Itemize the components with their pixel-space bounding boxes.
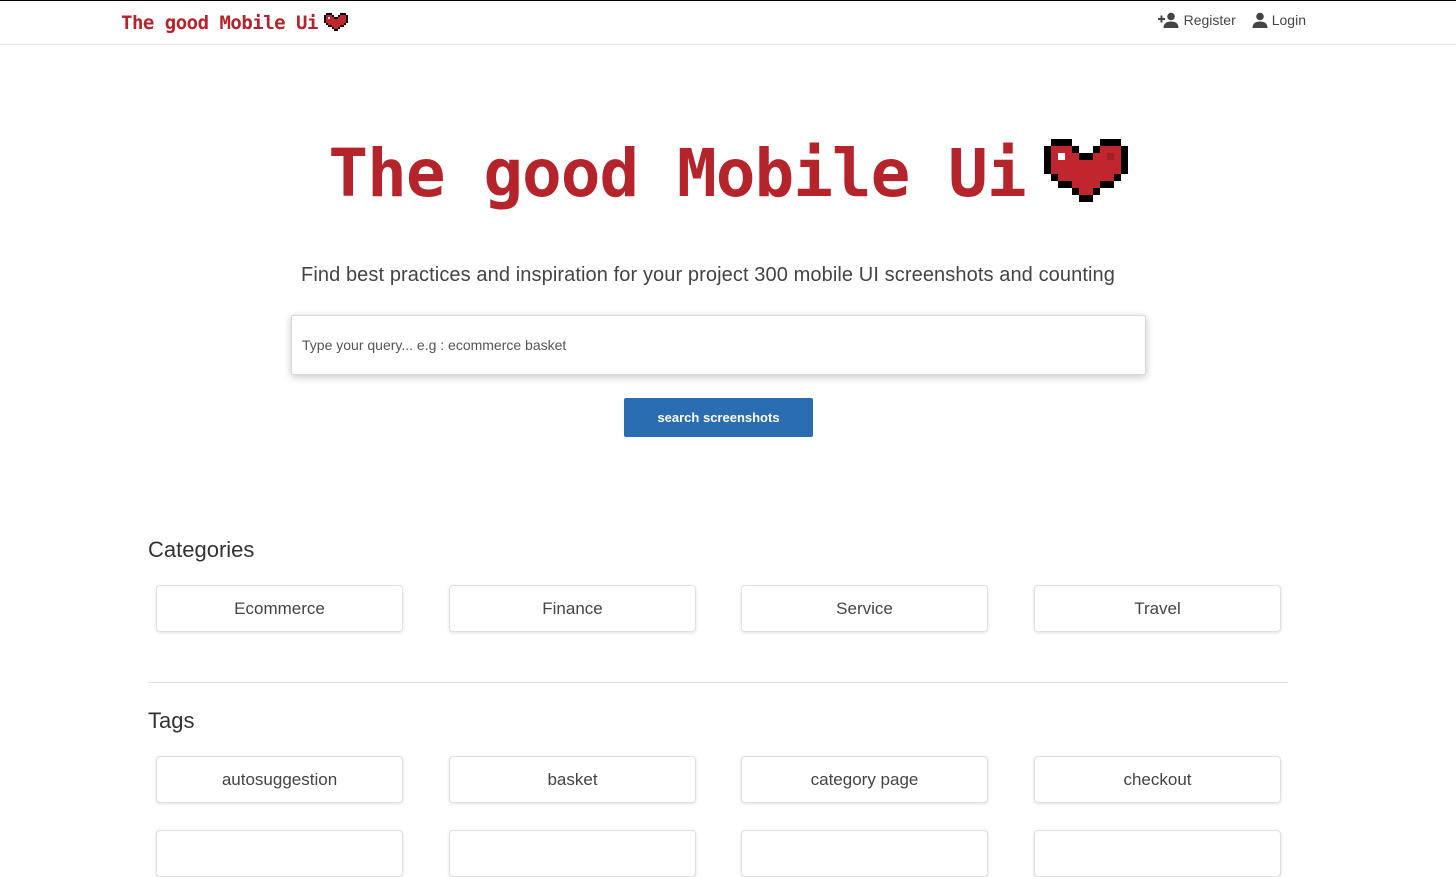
tag-checkout[interactable]: checkout	[1034, 756, 1281, 803]
tag-basket[interactable]: basket	[449, 756, 696, 803]
hero-title: The good Mobile Ui	[0, 134, 1456, 214]
category-service[interactable]: Service	[741, 585, 988, 632]
top-nav: The good Mobile Ui Register Login	[0, 0, 1456, 45]
search-box	[291, 315, 1146, 375]
tag-autosuggestion[interactable]: autosuggestion	[156, 756, 403, 803]
tag-item[interactable]	[449, 830, 696, 877]
search-screenshots-button[interactable]: search screenshots	[624, 398, 813, 437]
tag-item[interactable]	[1034, 830, 1281, 877]
category-travel[interactable]: Travel	[1034, 585, 1281, 632]
categories-heading: Categories	[148, 537, 255, 562]
hero-title-text: The good Mobile Ui	[328, 135, 1026, 212]
brand-title: The good Mobile Ui	[121, 12, 318, 34]
brand-logo[interactable]: The good Mobile Ui	[121, 11, 348, 35]
category-finance[interactable]: Finance	[449, 585, 696, 632]
tag-item[interactable]	[741, 830, 988, 877]
heart-icon	[323, 13, 348, 31]
tag-item[interactable]	[156, 830, 403, 877]
login-link[interactable]: Login	[1252, 12, 1306, 28]
heart-icon	[1043, 139, 1128, 202]
add-user-icon	[1157, 12, 1179, 28]
register-label: Register	[1183, 12, 1236, 28]
category-ecommerce[interactable]: Ecommerce	[156, 585, 403, 632]
hero-subtitle: Find best practices and inspiration for …	[301, 264, 1115, 286]
tags-list-row-2	[156, 830, 1281, 877]
login-label: Login	[1271, 12, 1306, 28]
tags-list: autosuggestion basket category page chec…	[156, 756, 1281, 803]
user-icon	[1252, 12, 1268, 28]
search-input[interactable]	[292, 316, 1145, 374]
register-link[interactable]: Register	[1157, 12, 1236, 28]
tag-category-page[interactable]: category page	[741, 756, 988, 803]
auth-links: Register Login	[1157, 12, 1306, 28]
categories-list: Ecommerce Finance Service Travel	[156, 585, 1281, 632]
tags-heading: Tags	[148, 708, 195, 733]
section-divider	[148, 682, 1288, 683]
